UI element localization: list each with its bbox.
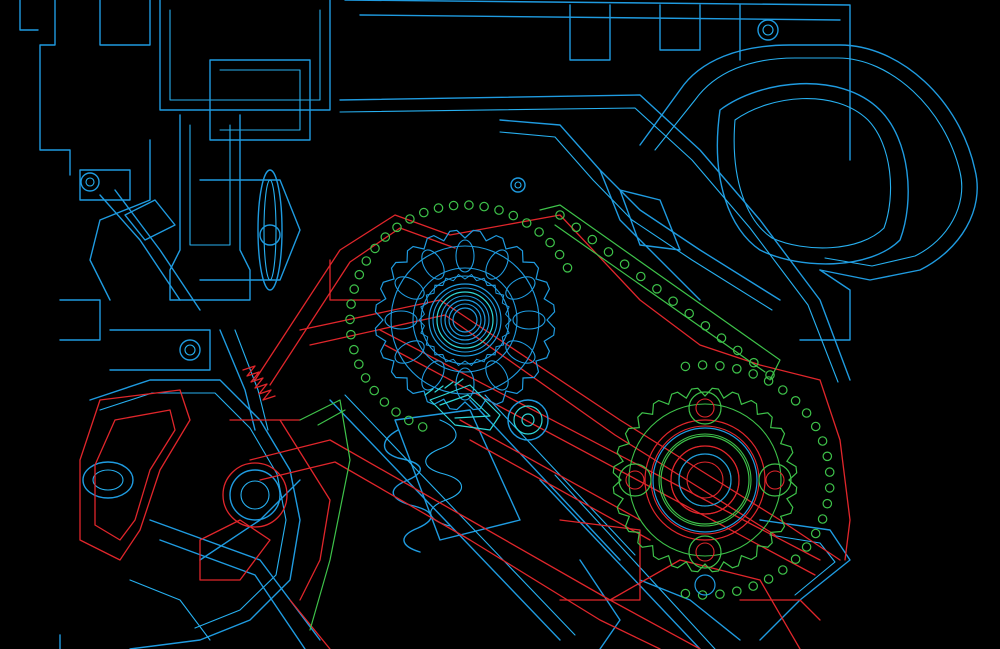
sprocket-hole: [758, 463, 792, 497]
chain-pin: [494, 205, 504, 215]
chain-pin: [822, 498, 833, 509]
chain-pin: [763, 376, 774, 386]
sprocket-hole-inner: [695, 398, 715, 418]
chain-tensioner: [424, 378, 549, 441]
chain-pin: [349, 284, 359, 294]
chain-pin: [508, 210, 519, 221]
sprocket-teeth: [374, 229, 556, 411]
chain-pin: [349, 344, 359, 355]
sprocket-lobe: [505, 276, 536, 300]
chain-pin: [554, 249, 565, 260]
sprocket-lobe: [421, 360, 445, 391]
chain-pin: [790, 395, 801, 406]
chain-pin: [603, 247, 614, 257]
sprocket-hole-inner: [695, 542, 715, 562]
chain-pin: [822, 451, 833, 462]
chain-pin: [810, 421, 821, 432]
chain-pin: [680, 361, 691, 372]
sprocket-ring: [658, 433, 752, 527]
chain-pin: [545, 237, 555, 248]
sprocket-lobe: [394, 276, 425, 300]
chain-pin: [448, 200, 459, 211]
chain-pin: [777, 565, 788, 575]
sprocket-teeth: [612, 387, 798, 573]
chain-pin: [680, 588, 691, 599]
sprocket-ring: [628, 403, 782, 557]
sprocket-lobe: [485, 360, 509, 391]
chain-pin: [801, 542, 812, 552]
left-head-block: [79, 389, 331, 649]
chain-pin: [817, 436, 828, 446]
chain-pin: [346, 299, 356, 309]
chain-pin: [697, 360, 708, 370]
chain-pin: [731, 363, 742, 374]
chain-pin: [763, 574, 774, 584]
chain-pin: [748, 369, 758, 379]
sprocket-lobe: [512, 310, 546, 330]
chain-pin: [534, 227, 544, 237]
chain-pin: [824, 467, 835, 477]
sprocket-ring: [686, 461, 724, 499]
chain-pin: [433, 203, 444, 213]
chain-pin: [810, 528, 821, 539]
sprocket-lobe: [505, 340, 536, 364]
sprocket-ring: [448, 303, 482, 337]
chain-pin: [777, 385, 788, 395]
engine-cutaway-svg: [19, 0, 978, 649]
chain-pin: [379, 397, 390, 407]
chain-pin: [684, 308, 694, 319]
hub-ring: [660, 435, 750, 525]
sprocket-ring: [440, 295, 490, 345]
chain-pin: [380, 232, 391, 242]
valve-stems: [329, 394, 851, 649]
frame-rail: [339, 19, 851, 383]
chain-pin: [464, 200, 474, 210]
upper-cam-sprocket: [374, 229, 556, 411]
chain-pin: [354, 269, 365, 280]
sprocket-lobe: [455, 239, 475, 273]
chain-pin: [521, 218, 532, 228]
engine-line-drawing: [0, 0, 1000, 649]
chain-pin: [731, 586, 742, 596]
chain-pin: [635, 271, 646, 282]
chain-pin: [700, 320, 711, 331]
upper-housing-outline: [19, 0, 851, 176]
chain-pin: [652, 283, 662, 294]
chain-pin: [748, 581, 758, 591]
chain-pin: [715, 360, 725, 371]
chain-pin: [353, 359, 364, 369]
chain-pin: [668, 296, 678, 306]
chain-pin: [360, 373, 371, 383]
chain-pin: [479, 201, 489, 212]
chain-guide: [299, 204, 781, 631]
chain-pin: [790, 554, 801, 564]
sprocket-lobe: [384, 310, 418, 330]
hub-ring: [428, 283, 502, 357]
sprocket-lobe: [394, 340, 425, 364]
chain-pin: [801, 408, 812, 418]
cam-cover-outline: [249, 214, 851, 649]
chain-pin: [562, 262, 573, 273]
chain-pin: [619, 259, 630, 269]
chain-pin: [571, 222, 581, 233]
chain-pin: [417, 422, 428, 432]
chain-pin: [715, 589, 725, 599]
chain-pin: [824, 483, 835, 493]
chain-pin: [817, 514, 828, 524]
sprocket-lobe: [485, 249, 509, 280]
chain-pin: [418, 207, 429, 218]
chain-pin: [361, 256, 372, 266]
air-intake-duct: [639, 44, 978, 341]
sprocket-hole: [618, 463, 652, 497]
sprocket-lobe: [421, 249, 445, 280]
chain-pin: [369, 385, 379, 396]
chain-pin: [587, 234, 598, 245]
hub-ring: [670, 445, 740, 515]
sprocket-ring: [432, 287, 498, 353]
chain-pin: [391, 407, 401, 417]
carburetor-body: [59, 114, 301, 431]
